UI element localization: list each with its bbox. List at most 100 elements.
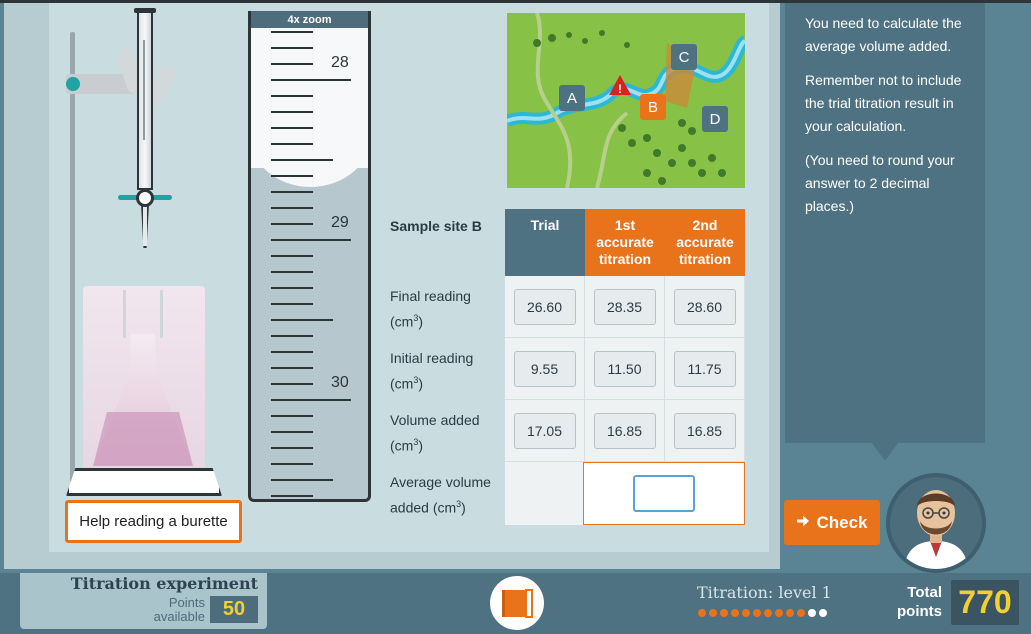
book-icon: [502, 589, 533, 618]
row-label-volume-added: Volume added (cm3): [390, 409, 480, 457]
scale-tick: [271, 431, 313, 433]
row-label-initial-reading: Initial reading (cm3): [390, 347, 473, 395]
stand-base: [66, 468, 222, 496]
row-unit: (cm: [390, 375, 414, 392]
site-marker-c[interactable]: C: [671, 44, 697, 70]
progress-dot: [797, 609, 805, 617]
burette-scale: [143, 40, 151, 140]
scale-tick: [271, 207, 313, 209]
level-label: Titration: level 1: [697, 583, 832, 602]
scale-tick: [271, 463, 313, 465]
notebook-button[interactable]: [490, 576, 544, 630]
scale-tick: [271, 31, 313, 33]
sample-site-title: Sample site B: [390, 218, 482, 234]
zoom-label: 4x zoom: [251, 11, 368, 28]
progress-dot: [698, 609, 706, 617]
close-paren: ): [418, 313, 424, 330]
scale-tick: [271, 399, 351, 401]
table-cell: 9.55: [505, 338, 585, 400]
scale-tick: [271, 351, 313, 353]
final-reading-trial: 26.60: [513, 288, 576, 325]
scale-tick: [271, 223, 313, 225]
site-marker-b[interactable]: B: [640, 94, 666, 120]
scale-tick: [271, 367, 313, 369]
table-cell: 26.60: [505, 276, 585, 338]
scale-tick: [271, 159, 333, 161]
sample-site-map: ! A B C D: [507, 13, 745, 188]
row-unit: (cm: [390, 313, 414, 330]
scale-tick: [271, 79, 351, 81]
scale-tick: [271, 271, 313, 273]
burette-tap-ring[interactable]: [136, 189, 154, 207]
progress-dot: [720, 609, 728, 617]
scale-tick: [271, 383, 313, 385]
check-button[interactable]: Check: [784, 500, 880, 545]
game-title: Titration experiment: [70, 574, 258, 593]
arrow-right-icon: [796, 513, 810, 533]
scale-label-29: 29: [331, 214, 349, 231]
scale-tick: [271, 335, 313, 337]
initial-reading-1st: 11.50: [593, 350, 656, 387]
total-points-label: Total points: [897, 584, 942, 620]
average-trial-blank: [505, 462, 583, 525]
scale-tick: [271, 127, 313, 129]
row-label-final-reading: Final reading (cm3): [390, 285, 471, 333]
final-reading-2nd: 28.60: [673, 288, 736, 325]
speech-bubble-tail: [872, 443, 898, 461]
initial-reading-2nd: 11.75: [673, 350, 736, 387]
scale-tick: [271, 175, 313, 177]
close-paren: ): [418, 375, 424, 392]
help-reading-burette-button[interactable]: Help reading a burette: [65, 500, 242, 543]
column-header-1st-accurate: 1st accurate titration: [585, 209, 665, 276]
burette-lip: [134, 8, 156, 13]
conical-flask: [83, 286, 205, 474]
row-label-average-volume: Average volume added (cm3): [390, 471, 500, 519]
row-label-text: Final reading: [390, 288, 471, 304]
table-cell: 11.50: [585, 338, 665, 400]
scientist-icon: [904, 490, 968, 569]
scale-tick: [271, 255, 313, 257]
volume-added-2nd: 16.85: [673, 412, 736, 449]
average-volume-input[interactable]: [633, 475, 695, 512]
row-unit: (cm: [390, 437, 414, 454]
scale-tick: [271, 495, 313, 497]
site-marker-a[interactable]: A: [559, 85, 585, 111]
table-cell: 11.75: [665, 338, 745, 400]
game-info-box: Titration experiment Points available 50: [20, 573, 267, 629]
scale-tick: [271, 47, 313, 49]
table-cell: 17.05: [505, 400, 585, 462]
zoom-view: 28 29 30 4x zoom: [248, 11, 371, 502]
table-cell: 16.85: [665, 400, 745, 462]
scale-tick: [271, 447, 313, 449]
total-points-value: 770: [951, 580, 1019, 625]
map-graphic: !: [507, 13, 745, 188]
scale-label-30: 30: [331, 374, 349, 391]
scale-tick: [271, 95, 313, 97]
clamp-knob[interactable]: [66, 77, 80, 91]
progress-dot: [742, 609, 750, 617]
warning-mark: !: [618, 82, 622, 96]
instruction-1: You need to calculate the average volume…: [805, 15, 962, 54]
row-label-text: Volume added: [390, 412, 480, 428]
close-paren: ): [418, 437, 424, 454]
scale-tick: [271, 415, 313, 417]
site-marker-d[interactable]: D: [702, 106, 728, 132]
check-button-label: Check: [816, 512, 868, 532]
level-progress: [698, 609, 827, 617]
column-header-2nd-accurate: 2nd accurate titration: [665, 209, 745, 276]
scientist-avatar: [886, 473, 986, 573]
row-label-text: Average volume added (cm: [390, 474, 491, 516]
progress-dot: [731, 609, 739, 617]
instruction-3: (You need to round your answer to 2 deci…: [805, 152, 955, 214]
column-header-trial: Trial: [505, 209, 585, 276]
points-available-value: 50: [210, 596, 258, 623]
progress-dot: [753, 609, 761, 617]
scale-tick: [271, 303, 313, 305]
scale-tick: [271, 287, 313, 289]
instruction-2: Remember not to include the trial titrat…: [805, 72, 962, 134]
points-available-label: Points available: [153, 595, 205, 624]
scale-tick: [271, 111, 313, 113]
scale-tick: [271, 191, 313, 193]
table-cell: 28.60: [665, 276, 745, 338]
progress-dot: [764, 609, 772, 617]
